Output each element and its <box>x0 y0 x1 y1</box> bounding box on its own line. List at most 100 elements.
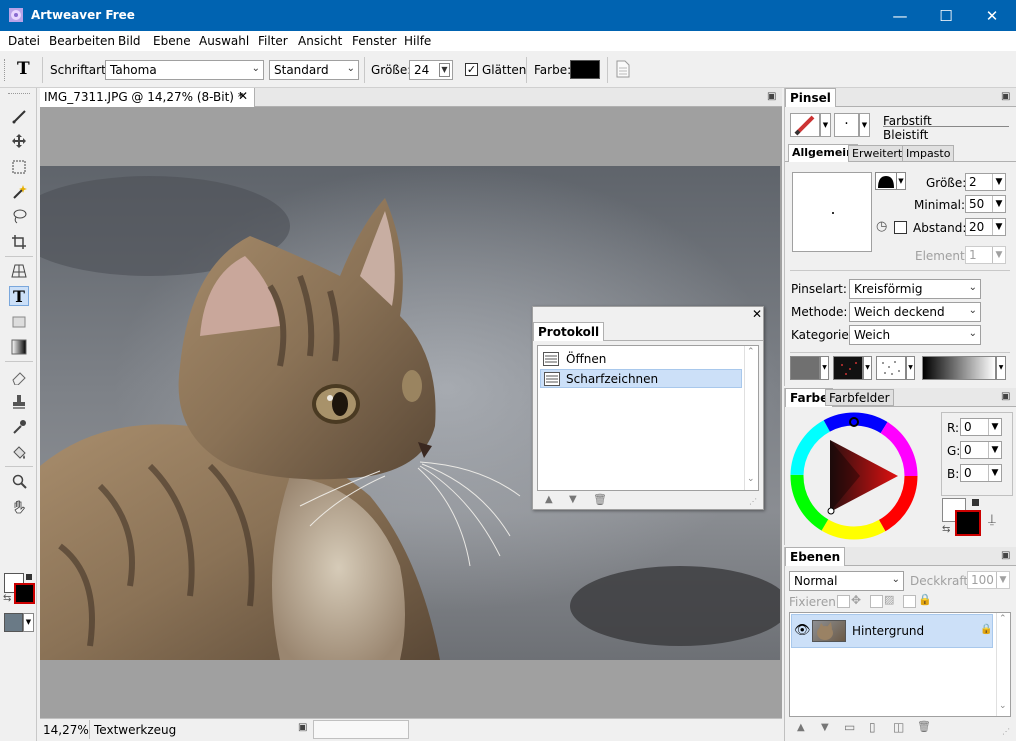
rectangle-select-icon[interactable] <box>9 157 29 177</box>
dropdown-arrow-icon[interactable]: ▼ <box>988 419 1001 435</box>
lasso-icon[interactable] <box>9 206 29 226</box>
menu-ansicht[interactable]: Ansicht <box>298 34 342 48</box>
element-input[interactable]: 1 ▼ <box>965 246 1006 264</box>
minimize-button[interactable]: — <box>877 0 923 31</box>
dropdown-arrow-icon[interactable]: ▼ <box>988 465 1001 481</box>
mask-icon[interactable]: ◫ <box>893 720 904 734</box>
font-select[interactable]: Tahoma ⌄ <box>105 60 264 80</box>
foreground-color-swatch[interactable] <box>14 583 35 604</box>
menu-hilfe[interactable]: Hilfe <box>404 34 431 48</box>
fix-pixels-checkbox[interactable] <box>903 595 916 608</box>
farbfelder-tab[interactable]: Farbfelder <box>825 389 894 406</box>
dropdown-arrow-icon[interactable]: ▼ <box>896 172 906 190</box>
opacity-input[interactable]: 100 ▼ <box>967 571 1010 589</box>
color-wheel[interactable] <box>790 412 918 540</box>
r-input[interactable]: 0 ▼ <box>960 418 1002 436</box>
b-input[interactable]: 0 ▼ <box>960 464 1002 482</box>
close-document-icon[interactable]: ✕ <box>238 89 248 103</box>
brush-tool-icon[interactable] <box>9 106 29 126</box>
menu-bearbeiten[interactable]: Bearbeiten <box>49 34 115 48</box>
gradient-icon[interactable] <box>9 337 29 357</box>
dropdown-arrow-icon[interactable]: ▼ <box>820 113 831 137</box>
dropdown-arrow-icon[interactable]: ▼ <box>992 174 1005 190</box>
text-color-swatch[interactable] <box>570 60 600 79</box>
clock-icon[interactable]: ◷ <box>876 219 887 234</box>
layer-list[interactable]: 👁 Hintergrund 🔒 ⌃ ⌄ <box>789 612 1011 717</box>
layer-row[interactable]: 👁 Hintergrund 🔒 <box>791 614 993 648</box>
scrollbar[interactable]: ⌃ ⌄ <box>744 346 758 490</box>
move-down-icon[interactable]: ▼ <box>569 494 577 505</box>
menu-filter[interactable]: Filter <box>258 34 288 48</box>
dropdown-arrow-icon[interactable]: ▼ <box>863 356 872 380</box>
size-input[interactable]: 2 ▼ <box>965 173 1006 191</box>
dropdown-arrow-icon[interactable]: ▼ <box>859 113 870 137</box>
ebenen-tab[interactable]: Ebenen <box>785 547 846 566</box>
move-up-icon[interactable]: ▲ <box>797 722 805 733</box>
font-style-select[interactable]: Standard ⌄ <box>269 60 359 80</box>
new-layer-icon[interactable]: ▯ <box>869 720 876 734</box>
resize-grip-icon[interactable]: ⋰ <box>1002 727 1010 736</box>
reset-colors-icon[interactable] <box>972 499 979 506</box>
grip-handle[interactable] <box>4 59 7 81</box>
spacing-input[interactable]: 20 ▼ <box>965 218 1006 236</box>
menu-fenster[interactable]: Fenster <box>352 34 397 48</box>
panel-menu-icon[interactable]: ▣ <box>1001 550 1010 561</box>
rectangle-shape-icon[interactable] <box>9 312 29 332</box>
dropdown-arrow-icon[interactable]: ▼ <box>996 572 1009 588</box>
brush-category-button[interactable] <box>790 113 820 137</box>
panel-menu-icon[interactable]: ▣ <box>1001 91 1010 102</box>
move-down-icon[interactable]: ▼ <box>821 722 829 733</box>
dropdown-arrow-icon[interactable]: ▼ <box>996 356 1006 380</box>
eraser-icon[interactable] <box>9 367 29 387</box>
menu-ebene[interactable]: Ebene <box>153 34 191 48</box>
paper-swatch[interactable] <box>833 356 863 380</box>
dropdown-arrow-icon[interactable]: ▼ <box>906 356 915 380</box>
magic-wand-icon[interactable] <box>9 182 29 202</box>
folder-icon[interactable]: ▭ <box>844 720 855 734</box>
menu-auswahl[interactable]: Auswahl <box>199 34 249 48</box>
perspective-icon[interactable] <box>9 261 29 281</box>
panel-menu-icon[interactable]: ▣ <box>1001 391 1010 402</box>
blend-mode-select[interactable]: Normal ⌄ <box>789 571 904 591</box>
eyedropper-icon[interactable] <box>9 417 29 437</box>
menu-bild[interactable]: Bild <box>118 34 141 48</box>
protokoll-list[interactable]: Öffnen Scharfzeichnen ⌃ ⌄ <box>537 345 759 491</box>
eye-icon[interactable]: 👁 <box>794 623 811 638</box>
maximize-button[interactable]: ☐ <box>923 0 969 31</box>
foreground-color-swatch[interactable] <box>955 510 981 536</box>
method-select[interactable]: Weich deckend ⌄ <box>849 302 981 322</box>
document-icon[interactable] <box>616 60 630 81</box>
protokoll-tab[interactable]: Protokoll <box>533 322 605 341</box>
document-tab[interactable]: IMG_7311.JPG @ 14,27% (8-Bit) * <box>40 88 255 107</box>
texture-swatch[interactable] <box>4 613 23 632</box>
fix-transparency-checkbox[interactable] <box>837 595 850 608</box>
swap-colors-icon[interactable]: ⇆ <box>942 524 950 535</box>
paint-bucket-icon[interactable] <box>9 442 29 462</box>
scroll-up-icon[interactable]: ⌃ <box>747 347 755 357</box>
close-button[interactable]: ✕ <box>969 0 1015 31</box>
pattern-swatch[interactable] <box>876 356 906 380</box>
stamp-icon[interactable] <box>9 392 29 412</box>
pinsel-tab[interactable]: Pinsel <box>785 88 836 107</box>
dropdown-arrow-icon[interactable]: ▼ <box>23 613 34 632</box>
scroll-up-icon[interactable]: ⌃ <box>999 614 1007 624</box>
spacing-checkbox[interactable] <box>894 221 907 234</box>
panel-menu-icon[interactable]: ▣ <box>767 91 776 102</box>
dropdown-arrow-icon[interactable]: ▼ <box>988 442 1001 458</box>
smooth-checkbox[interactable]: ✓ <box>465 63 478 76</box>
swap-colors-icon[interactable]: ⇆ <box>3 593 11 604</box>
panel-menu-icon[interactable]: ▣ <box>298 722 307 733</box>
g-input[interactable]: 0 ▼ <box>960 441 1002 459</box>
brush-type-select[interactable]: Kreisförmig ⌄ <box>849 279 981 299</box>
category-select[interactable]: Weich ⌄ <box>849 325 981 345</box>
resize-grip-icon[interactable]: ⋰ <box>749 497 757 506</box>
texture-swatch[interactable] <box>790 356 820 380</box>
tab-impasto[interactable]: Impasto <box>902 145 955 162</box>
zoom-icon[interactable] <box>9 471 29 491</box>
move-tool-icon[interactable] <box>9 131 29 151</box>
scroll-down-icon[interactable]: ⌄ <box>999 701 1007 711</box>
list-item[interactable]: Öffnen <box>540 349 742 368</box>
font-size-input[interactable]: 24 ▼ <box>409 60 453 80</box>
gradient-swatch[interactable] <box>922 356 996 380</box>
grip-handle[interactable] <box>8 93 30 95</box>
